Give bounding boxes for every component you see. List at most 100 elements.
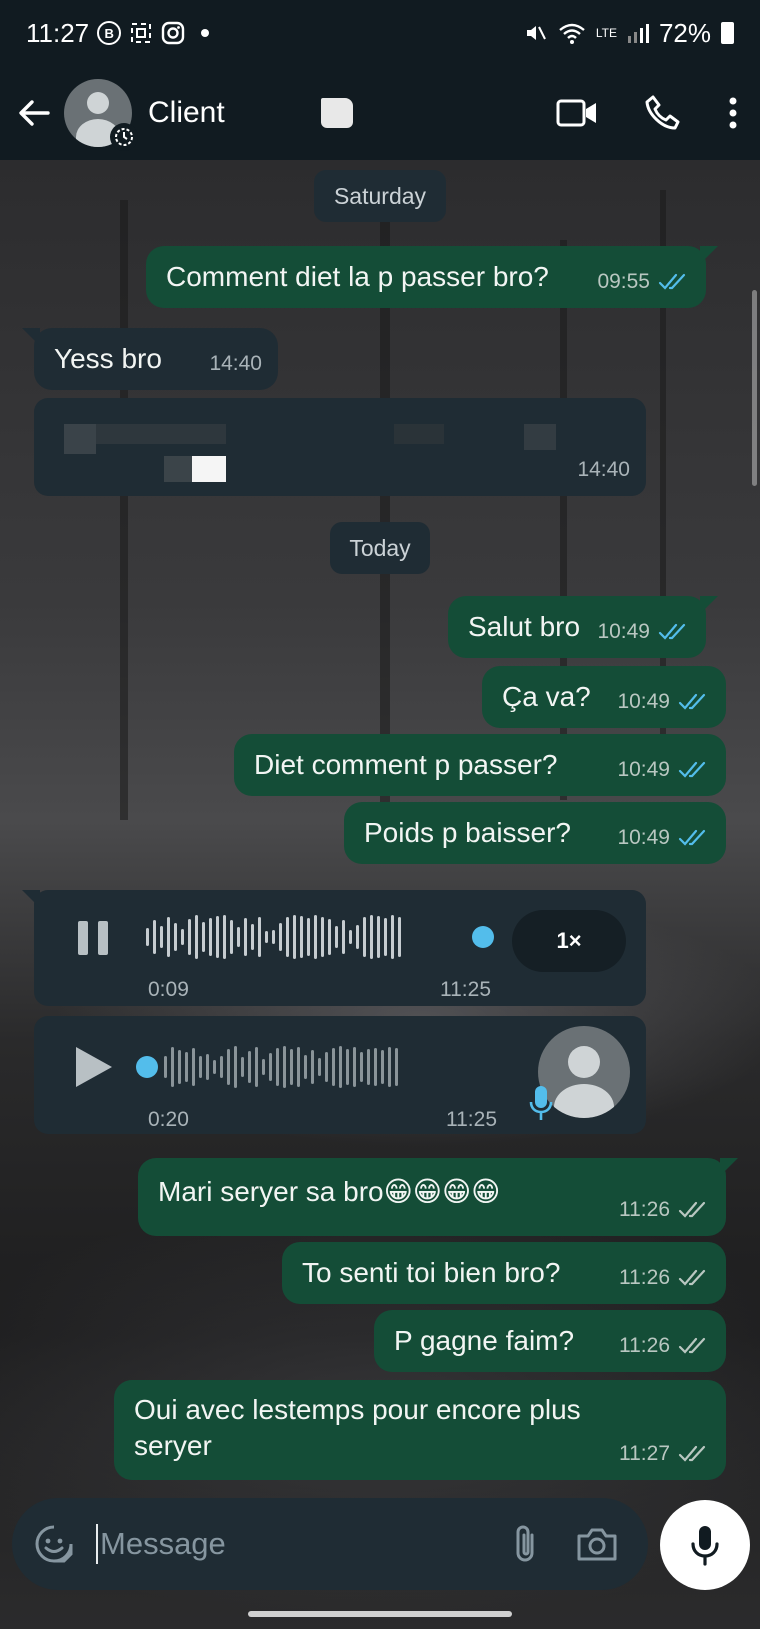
wifi-icon [559,23,585,44]
redacted-text-block [192,456,226,482]
scroll-indicator[interactable] [752,290,757,486]
message-text: Mari seryer sa bro😁😁😁😁 [158,1176,501,1207]
message-incoming[interactable]: Yess bro 14:40 [22,328,278,390]
redacted-text-block [394,424,444,444]
message-text: To senti toi bien bro? [302,1257,561,1288]
redacted-text-block [524,424,556,450]
message-time: 09:55 [597,270,650,293]
read-receipt-icon [658,623,686,640]
message-time: 11:26 [619,1334,670,1357]
voice-elapsed: 0:20 [148,1108,189,1131]
message-meta: 10:49 [617,752,710,788]
playback-position-handle[interactable] [136,1056,158,1078]
more-notifications-dot-icon [201,29,210,37]
message-meta: 14:40 [209,346,262,382]
message-text: Poids p baisser? [364,817,572,848]
message-meta: 10:49 [597,614,690,650]
date-separator-saturday: Saturday [314,170,446,222]
redacted-text-block [64,424,96,454]
message-text: Yess bro [54,343,162,374]
status-bar: 11:27 B LTE 72% [0,0,760,66]
voice-message-playing[interactable]: 1× 0:09 11:25 [22,890,646,1006]
play-icon[interactable] [72,1044,114,1090]
voice-message[interactable]: 0:20 11:25 [34,1016,646,1134]
message-outgoing[interactable]: P gagne faim? 11:26 [374,1310,726,1372]
voice-waveform[interactable] [164,1044,398,1090]
back-button[interactable] [14,93,54,133]
message-text: Salut bro [468,611,581,642]
pause-icon[interactable] [74,918,114,958]
phone-icon[interactable] [644,94,682,132]
message-outgoing[interactable]: Oui avec lestemps pour encore plus serye… [114,1380,726,1480]
voice-elapsed: 0:09 [148,978,189,1001]
read-receipt-icon [678,761,706,778]
message-meta: 10:49 [617,684,710,720]
read-receipt-icon [678,829,706,846]
status-time: 11:27 [26,17,90,48]
message-outgoing[interactable]: Salut bro 10:49 [448,596,718,658]
message-meta: 11:26 [619,1260,710,1296]
status-right: LTE 72% [524,18,734,49]
read-receipt-icon [678,693,706,710]
status-left: 11:27 B [26,17,210,49]
message-outgoing[interactable]: Comment diet la p passer bro? 09:55 [146,246,718,308]
redacted-text-block [96,424,226,444]
voice-waveform[interactable] [146,914,401,960]
delivered-receipt-icon [678,1269,706,1286]
message-outgoing[interactable]: Poids p baisser? 10:49 [344,802,726,864]
message-outgoing[interactable]: Diet comment p passer? 10:49 [234,734,726,796]
voice-record-button[interactable] [660,1500,750,1590]
home-indicator[interactable] [248,1611,512,1617]
sticker-icon[interactable] [34,1524,74,1564]
message-time: 11:25 [440,978,491,1001]
message-meta: 14:40 [577,452,630,488]
message-text: Ça va? [502,681,591,712]
attach-icon[interactable] [512,1523,538,1565]
delivered-receipt-icon [678,1201,706,1218]
message-input[interactable]: Message [96,1524,226,1564]
redacted-text-block [164,456,192,482]
message-time: 10:49 [617,826,670,849]
delivered-receipt-icon [678,1337,706,1354]
message-composer: Message [12,1498,648,1590]
message-meta: 11:26 [619,1192,710,1228]
message-text: Oui avec lestemps pour encore plus serye… [134,1394,581,1461]
message-meta: 09:55 [597,264,690,300]
message-text: P gagne faim? [394,1325,575,1356]
redaction-block [320,98,353,128]
mute-icon [526,26,546,40]
disappearing-messages-icon [110,123,138,151]
battery-percentage: 72% [658,17,711,48]
message-time: 11:26 [619,1266,670,1289]
message-meta: 11:26 [619,1328,710,1364]
message-incoming-redacted[interactable]: 14:40 [34,398,646,496]
back-arrow-icon [19,100,50,126]
message-time: 11:25 [446,1108,497,1131]
more-vert-icon[interactable] [728,96,738,130]
playback-position-handle[interactable] [472,926,494,948]
message-outgoing[interactable]: Mari seryer sa bro😁😁😁😁 11:26 [138,1158,738,1236]
instagram-notification-icon [161,21,185,45]
chat-header: Client [0,66,760,160]
signal-icon [627,24,649,43]
delivered-receipt-icon [678,1445,706,1462]
mic-icon [691,1526,719,1566]
screenshot-notification-icon [131,23,152,43]
message-time: 10:49 [617,690,670,713]
message-text: Comment diet la p passer bro? [166,261,549,292]
voice-mic-icon [529,1086,553,1120]
header-actions [556,94,746,132]
message-meta: 11:27 [619,1436,710,1472]
video-call-icon[interactable] [556,97,598,129]
message-text: Diet comment p passer? [254,749,558,780]
message-time: 11:26 [619,1198,670,1221]
playback-speed-button[interactable]: 1× [512,910,626,972]
message-meta: 10:49 [617,820,710,856]
message-time: 10:49 [597,620,650,643]
message-time: 11:27 [619,1442,670,1465]
message-outgoing[interactable]: Ça va? 10:49 [482,666,726,728]
contact-name[interactable]: Client [148,96,225,130]
message-outgoing[interactable]: To senti toi bien bro? 11:26 [282,1242,726,1304]
contact-avatar[interactable] [64,79,138,151]
camera-icon[interactable] [576,1526,618,1562]
